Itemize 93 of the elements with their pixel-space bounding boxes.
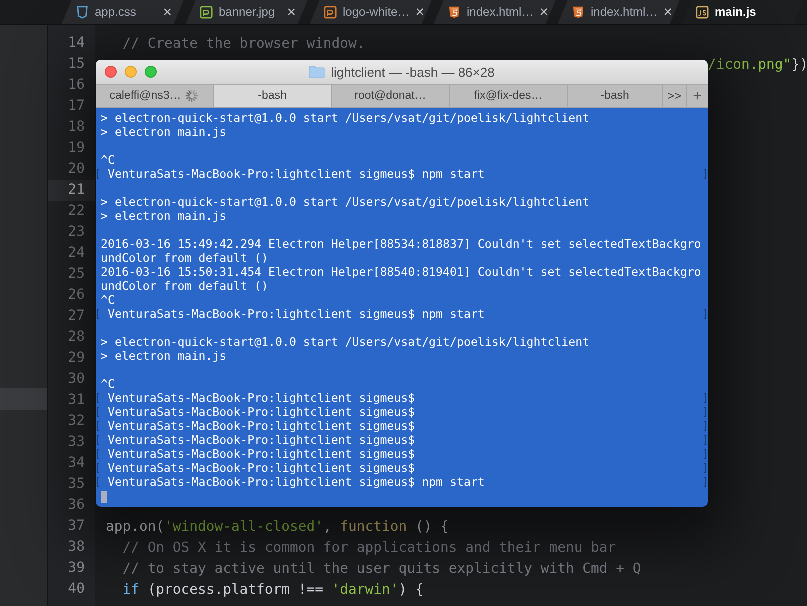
line-number: 28	[67, 328, 86, 347]
terminal-tab[interactable]: -bash	[568, 85, 663, 107]
code-line: app.on('window-all-closed', function () {	[105, 518, 449, 534]
minimize-button[interactable]	[125, 66, 137, 78]
new-tab-button[interactable]: +	[687, 85, 708, 107]
tab-label: logo-white…	[343, 5, 410, 19]
line-number: 24	[67, 244, 86, 263]
code-line: if (process.platform !== 'darwin') {	[122, 582, 424, 598]
image-file-icon	[200, 6, 213, 18]
terminal-tab[interactable]: -bash	[214, 85, 332, 107]
tab-label: main.js	[715, 5, 758, 19]
line-number: 26	[67, 286, 86, 305]
line-number: 23	[67, 223, 86, 242]
line-number: 19	[67, 139, 86, 158]
close-icon[interactable]: ×	[664, 4, 672, 20]
terminal-tab[interactable]: root@donat…	[332, 85, 450, 107]
script-file-icon	[696, 6, 709, 18]
image-file-icon	[324, 6, 337, 18]
html-file-icon	[448, 6, 461, 18]
close-icon[interactable]: ×	[287, 4, 296, 20]
line-number: 31	[67, 391, 86, 410]
prompt-mark	[704, 309, 706, 319]
terminal-tab[interactable]: fix@fix-des…	[450, 85, 568, 107]
terminal-line: VenturaSats-MacBook-Pro:lightclient sigmeus$	[108, 391, 416, 405]
tab-label: app.css	[95, 5, 138, 19]
terminal-line: > electron main.js	[101, 209, 227, 223]
line-number: 17	[67, 97, 86, 116]
line-number: 22	[67, 202, 86, 221]
css-file-icon	[76, 6, 89, 18]
line-number: 37	[67, 517, 86, 536]
code-line: /icon.png"})	[708, 56, 807, 72]
close-icon[interactable]: ×	[540, 4, 548, 20]
code-line: // On OS X it is common for applications and their menu bar	[122, 540, 616, 556]
terminal-line: VenturaSats-MacBook-Pro:lightclient sigmeus$ npm start	[108, 475, 485, 489]
terminal-line: VenturaSats-MacBook-Pro:lightclient sigmeus$	[108, 461, 416, 475]
file-tab[interactable]: index.html… ×	[434, 0, 556, 24]
terminal-line: > electron main.js	[101, 125, 227, 139]
terminal-line: > electron main.js	[101, 349, 227, 363]
html-file-icon	[572, 6, 585, 18]
terminal-line: > electron-quick-start@1.0.0 start /Users/vsat/git/poelisk/lightclient	[101, 111, 590, 125]
line-number: 30	[67, 370, 86, 389]
terminal-line: ^C	[101, 153, 115, 167]
file-tab[interactable]: banner.jpg ×	[186, 0, 308, 24]
code-line: // to stay active until the user quits explicitly with Cmd + Q	[122, 560, 642, 576]
line-number: 40	[67, 580, 86, 599]
tab-label: index.html…	[591, 5, 658, 19]
terminal-line: VenturaSats-MacBook-Pro:lightclient sigmeus$	[108, 405, 416, 419]
line-number: 33	[67, 433, 86, 452]
terminal-line: VenturaSats-MacBook-Pro:lightclient sigmeus$ npm start	[108, 167, 485, 181]
line-number: 34	[67, 454, 86, 473]
window-title: lightclient — -bash — 86×28	[331, 64, 495, 80]
terminal-line: VenturaSats-MacBook-Pro:lightclient sigmeus$	[108, 419, 416, 433]
line-number: 20	[67, 160, 86, 179]
line-number: 36	[67, 496, 86, 515]
close-button[interactable]	[105, 66, 117, 78]
terminal-line: undColor from default ()	[101, 279, 269, 293]
tab-label: index.html…	[467, 5, 534, 19]
line-number: 32	[67, 412, 86, 431]
close-icon[interactable]: ×	[163, 4, 172, 20]
terminal-line: > electron-quick-start@1.0.0 start /Users/vsat/git/poelisk/lightclient	[101, 195, 590, 209]
line-number: 29	[67, 349, 86, 368]
terminal-line: VenturaSats-MacBook-Pro:lightclient sigmeus$	[108, 433, 416, 447]
zoom-button[interactable]	[145, 66, 157, 78]
line-number: 16	[67, 76, 86, 95]
terminal-line: ^C	[101, 377, 115, 391]
prompt-mark	[97, 169, 99, 179]
line-number: 39	[67, 559, 86, 578]
folder-icon	[309, 66, 326, 78]
text-cursor	[101, 490, 107, 503]
file-tab[interactable]: logo-white… ×	[310, 0, 432, 24]
line-number: 38	[67, 538, 86, 557]
prompt-mark	[97, 309, 99, 319]
code-line: // Create the browser window.	[122, 36, 366, 52]
line-number: 35	[67, 475, 86, 494]
terminal-line: VenturaSats-MacBook-Pro:lightclient sigmeus$ npm start	[108, 307, 485, 321]
line-number: 14	[67, 34, 86, 53]
terminal-line: > electron-quick-start@1.0.0 start /Users/vsat/git/poelisk/lightclient	[101, 335, 590, 349]
file-tab[interactable]: index.html… ×	[558, 0, 680, 24]
terminal-line: 2016-03-16 15:50:31.454 Electron Helper[88540:819401] Couldn't set selectedTextBackgro	[101, 265, 702, 279]
line-number: 27	[67, 307, 86, 326]
terminal-line: undColor from default ()	[101, 251, 269, 265]
line-number: 25	[67, 265, 86, 284]
terminal-line: 2016-03-16 15:49:42.294 Electron Helper[88534:818837] Couldn't set selectedTextBackgro	[101, 237, 702, 251]
tab-label: banner.jpg	[219, 5, 276, 19]
line-number: 18	[67, 118, 86, 137]
line-number: 21	[48, 180, 95, 201]
line-number: 15	[67, 55, 86, 74]
terminal-line: VenturaSats-MacBook-Pro:lightclient sigmeus$	[108, 447, 416, 461]
more-tabs-button[interactable]: >>	[663, 85, 687, 107]
file-tab[interactable]: app.css ×	[62, 0, 184, 24]
close-icon[interactable]: ×	[416, 4, 424, 20]
terminal-line: ^C	[101, 293, 115, 307]
prompt-mark	[704, 169, 706, 179]
